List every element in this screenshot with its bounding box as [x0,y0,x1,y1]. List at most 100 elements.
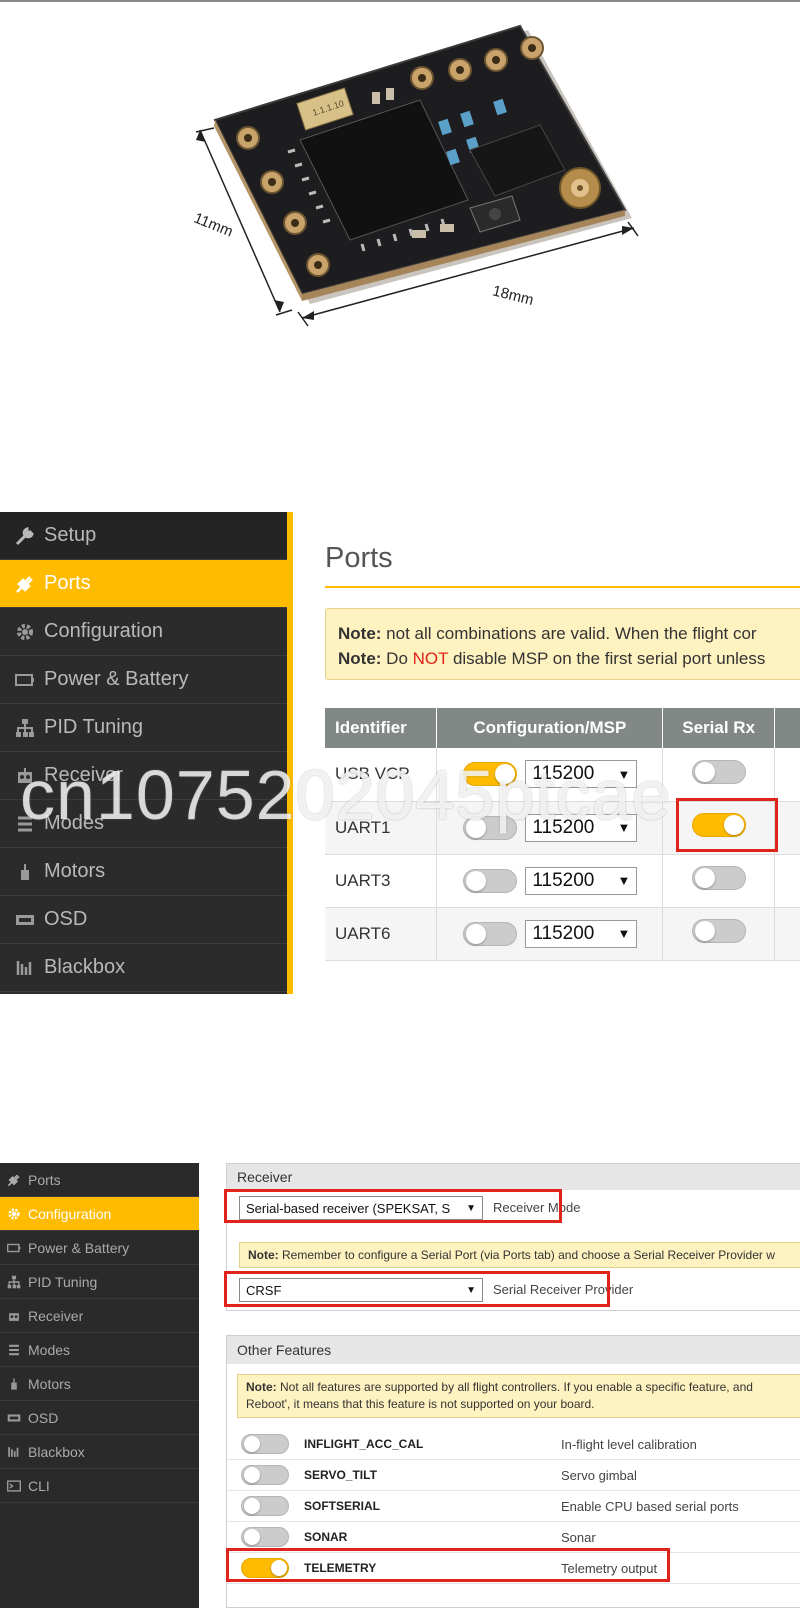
feature-toggle[interactable] [241,1496,289,1516]
serial-rx-toggle[interactable] [691,919,746,943]
gear-icon [6,1206,22,1222]
configuration-main-panel: Receiver Serial-based receiver (SPEKSAT,… [220,1163,800,1608]
feature-name: SONAR [304,1530,348,1544]
feature-description: In-flight level calibration [561,1436,697,1452]
configuration-screenshot: Ports Configuration Power & Battery PID … [0,1163,800,1608]
table-row: UART6 115200 ▼ [325,907,800,961]
sidebar-item-label: Configuration [28,1205,112,1222]
sidebar-item-motors[interactable]: Motors [0,848,287,896]
msp-toggle[interactable] [463,868,518,893]
note-bold: Note: [338,649,382,668]
sidebar-item-configuration[interactable]: Configuration [0,608,287,656]
length-dimension-label: 18mm [491,282,536,309]
other-features-heading: Other Features [227,1336,800,1364]
sidebar-item-label: Motors [44,860,106,882]
sidebar-item-label: PID Tuning [28,1273,98,1290]
sidebar-item-receiver[interactable]: Receiver [0,1299,199,1333]
page-title: Ports [325,542,393,574]
feature-row: INFLIGHT_ACC_CAL In-flight level calibra… [227,1429,800,1460]
baud-value: 115200 [532,869,595,891]
sidebar-item-blackbox[interactable]: Blackbox [0,944,287,992]
ports-note-box: Note: not all combinations are valid. Wh… [325,608,800,680]
battery-icon [14,669,36,691]
feature-toggle[interactable] [241,1527,289,1547]
sidebar-item-power-battery[interactable]: Power & Battery [0,656,287,704]
cli-icon [6,1478,22,1494]
sidebar-item-motors[interactable]: Motors [0,1367,199,1401]
blackbox-icon [6,1444,22,1460]
sidebar-item-power-battery[interactable]: Power & Battery [0,1231,199,1265]
sidebar-item-label: Setup [44,524,97,546]
note-text: not all combinations are valid. When the… [381,624,757,643]
sidebar-item-ports[interactable]: Ports [0,560,287,608]
modes-icon [6,1342,22,1358]
baud-select[interactable]: 115200 ▼ [525,866,638,895]
sidebar-item-label: Blackbox [28,1443,85,1460]
serial-rx-toggle[interactable] [691,866,746,890]
port-identifier: UART3 [325,854,438,908]
column-header-msp: Configuration/MSP [436,708,664,748]
sidebar-item-blackbox[interactable]: Blackbox [0,1435,199,1469]
sidebar-item-label: Power & Battery [28,1239,130,1256]
sidebar-item-setup[interactable]: Setup [0,512,287,560]
feature-name: INFLIGHT_ACC_CAL [304,1437,424,1451]
robot-icon [6,1308,22,1324]
sidebar-item-label: Modes [28,1341,71,1358]
note-warning-word: NOT [412,649,449,668]
receiver-board-image: 1.1.1.10 11mm 18mm [191,24,639,327]
sidebar-item-ports[interactable]: Ports [0,1163,199,1197]
telemetry-highlight-box [226,1548,670,1582]
sidebar-item-osd[interactable]: OSD [0,896,287,944]
sidebar-item-pid-tuning[interactable]: PID Tuning [0,1265,199,1299]
watermark-text: cn1075202045ptcae [20,756,672,834]
sidebar-item-label: Power & Battery [44,668,189,690]
sidebar-item-label: Ports [28,1171,61,1188]
sidebar-item-pid-tuning[interactable]: PID Tuning [0,704,287,752]
column-header-identifier: Identifier [325,708,438,748]
table-cell-extra [774,801,800,855]
receiver-note: Note: Remember to configure a Serial Por… [239,1242,800,1268]
port-identifier: UART6 [325,907,438,961]
receiver-heading: Receiver [227,1164,800,1190]
feature-toggle[interactable] [241,1434,289,1454]
feature-description: Servo gimbal [561,1467,637,1483]
feature-toggle[interactable] [241,1465,289,1485]
wrench-icon [14,525,36,547]
sidebar-item-label: OSD [28,1409,59,1426]
sidebar-item-osd[interactable]: OSD [0,1401,199,1435]
motor-icon [6,1376,22,1392]
msp-toggle[interactable] [463,921,518,946]
sidebar-item-label: Motors [28,1375,71,1392]
provider-highlight-box [224,1271,610,1307]
sidebar-item-label: Configuration [44,620,163,642]
ports-main-panel: Ports Note: not all combinations are val… [293,512,800,994]
serial-rx-toggle[interactable] [691,759,746,784]
sidebar-item-label: CLI [28,1477,50,1494]
sitemap-icon [6,1274,22,1290]
plug-icon [6,1172,22,1188]
note-bold: Note: [338,624,382,643]
gear-icon [14,621,36,643]
table-row: UART3 115200 ▼ [325,854,800,908]
note-bold: Note: [248,1248,279,1262]
baud-select[interactable]: 115200 ▼ [525,919,638,948]
sidebar-item-configuration[interactable]: Configuration [0,1197,199,1231]
feature-name: SOFTSERIAL [304,1499,381,1513]
note-text: disable MSP on the first serial port unl… [448,649,766,668]
serial-rx-highlight-box [676,798,778,852]
dropdown-arrow-icon: ▼ [617,926,631,941]
ports-screenshot: Setup Ports Configuration Power & Batter… [0,512,800,994]
sidebar-item-modes[interactable]: Modes [0,1333,199,1367]
baud-value: 115200 [532,922,595,944]
feature-description: Enable CPU based serial ports [561,1498,739,1514]
sidebar-item-label: Ports [44,572,91,594]
dropdown-arrow-icon: ▼ [617,873,631,888]
blackbox-icon [14,957,36,979]
sidebar-item-label: OSD [44,908,88,930]
plug-icon [14,573,36,595]
feature-name: SERVO_TILT [304,1468,377,1482]
sidebar-item-cli[interactable]: CLI [0,1469,199,1503]
note-text: Reboot', it means that this feature is n… [246,1397,595,1411]
osd-icon [6,1410,22,1426]
features-note: Note: Not all features are supported by … [237,1374,800,1418]
